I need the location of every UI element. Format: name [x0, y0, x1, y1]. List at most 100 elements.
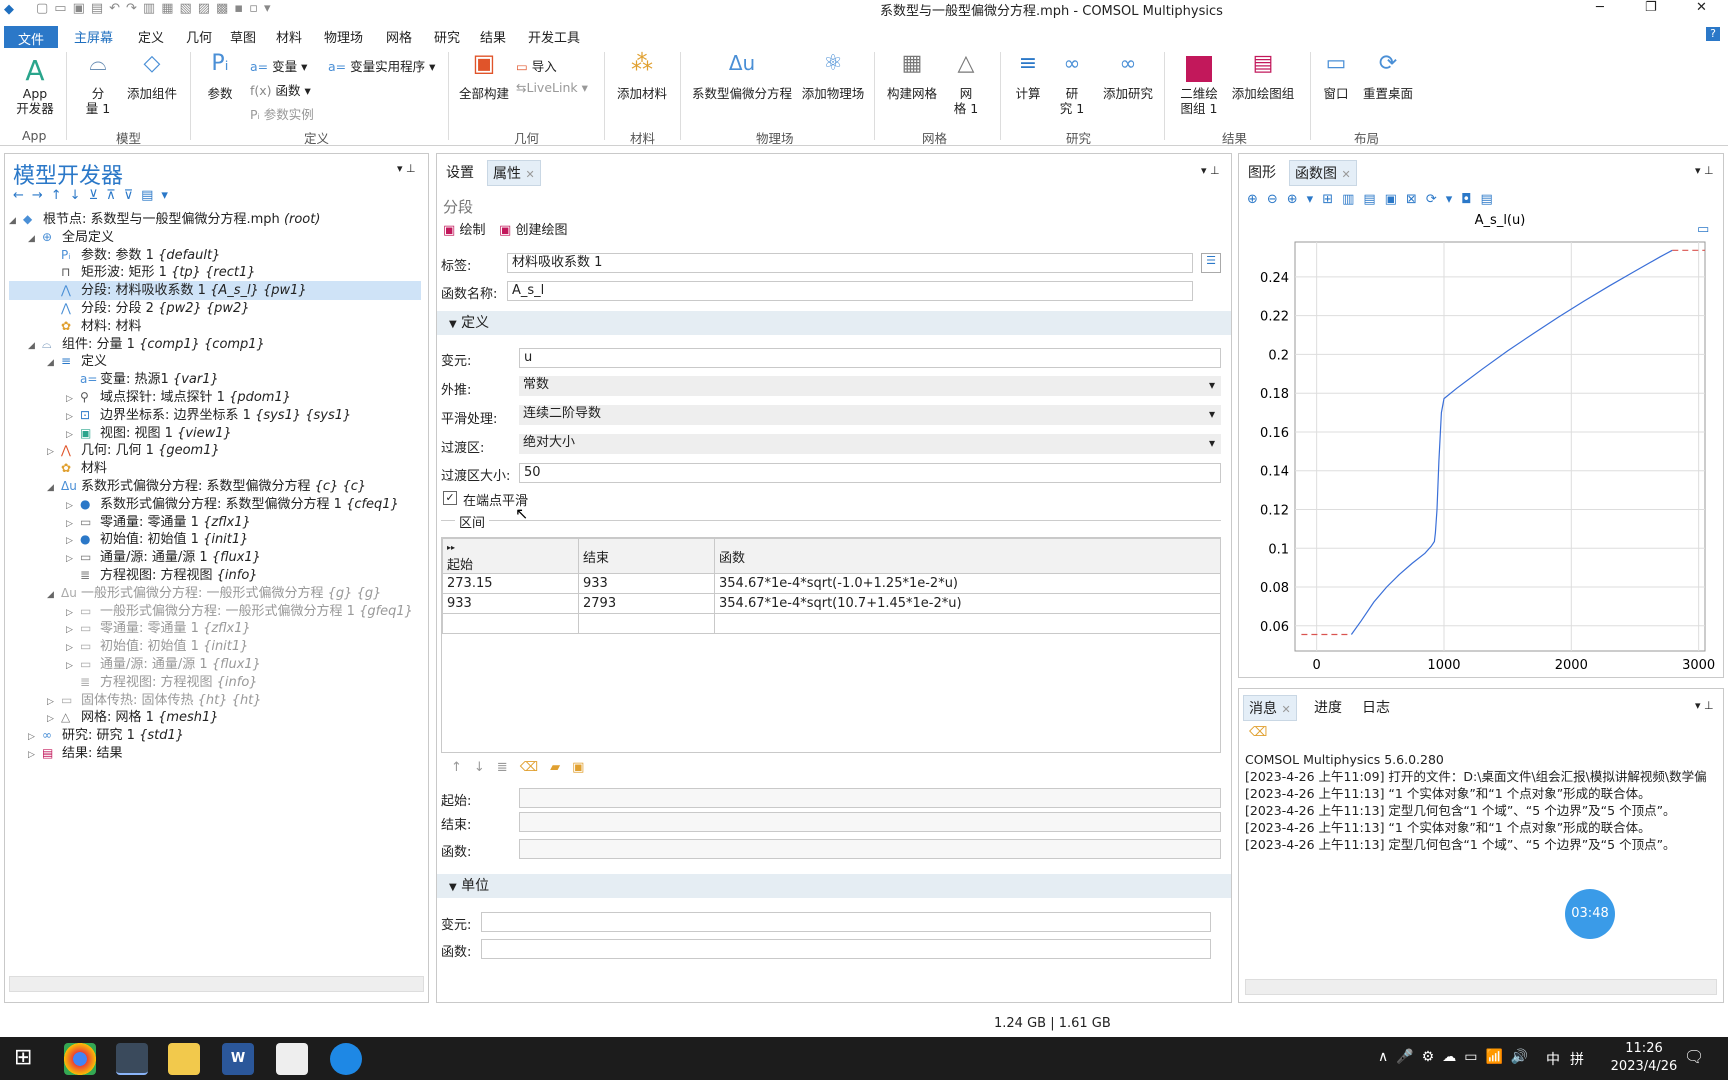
table-cell[interactable]: 933 — [442, 593, 579, 614]
clock-time[interactable]: 11:26 — [1614, 1041, 1674, 1056]
column-header-function[interactable]: 函数 — [714, 538, 1221, 574]
tab-progress[interactable]: 进度 — [1309, 695, 1347, 719]
file-explorer-icon[interactable] — [168, 1043, 200, 1075]
notification-icon[interactable]: 🗨 — [1684, 1047, 1704, 1066]
menu-physics[interactable]: 物理场 — [318, 25, 369, 48]
label-field[interactable]: 材料吸收系数 1 — [507, 253, 1193, 273]
tree-scrollbar[interactable] — [9, 976, 424, 992]
compute-button[interactable]: ≡ 计算 — [1010, 53, 1046, 102]
table-cell[interactable]: 354.67*1e-4*sqrt(-1.0+1.25*1e-2*u) — [714, 573, 1221, 594]
end-field[interactable] — [519, 812, 1221, 832]
table-toolbar[interactable]: ↑↓≣⌫▰▣ — [451, 760, 596, 775]
close-tab-icon[interactable]: ✕ — [1341, 168, 1350, 181]
tree-item[interactable]: ▷ ▭ 通量/源: 通量/源 1 {flux1} — [66, 655, 261, 674]
reset-desktop-button[interactable]: ⟳ 重置桌面 — [1356, 53, 1420, 102]
functions-button[interactable]: f(x) 函数 ▾ — [250, 80, 311, 99]
tree-item[interactable]: Pᵢ 参数: 参数 1 {default} — [47, 246, 220, 265]
component-button[interactable]: ⌓ 分 量 1 — [78, 53, 118, 117]
param-case-button[interactable]: Pᵢ 参数实例 — [250, 104, 314, 123]
tree-item[interactable]: ▷ ● 系数形式偏微分方程: 系数型偏微分方程 1 {cfeq1} — [66, 495, 399, 514]
menu-mesh[interactable]: 网格 — [380, 25, 418, 48]
table-row[interactable]: 933 2793 354.67*1e-4*sqrt(10.7+1.45*1e-2… — [442, 593, 1221, 614]
tree-item[interactable]: ◢ ⊕ 全局定义 — [28, 228, 114, 247]
start-field[interactable] — [519, 788, 1221, 808]
tree-item[interactable]: ⋀ 分段: 材料吸收系数 1 {A_s_l} {pw1} — [9, 281, 421, 301]
tab-log[interactable]: 日志 — [1357, 695, 1395, 719]
panel-menu-icon[interactable]: ▾ ⊥ — [1695, 164, 1714, 177]
table-row[interactable]: 273.15 933 354.67*1e-4*sqrt(-1.0+1.25*1e… — [442, 573, 1221, 594]
coef-pde-button[interactable]: Δu 系数型偏微分方程 — [688, 53, 796, 101]
tree-item[interactable]: ▷ ▣ 视图: 视图 1 {view1} — [66, 424, 232, 443]
smooth-ends-checkbox[interactable]: ✓ — [443, 491, 457, 505]
add-material-button[interactable]: ⁂ 添加材料 — [614, 53, 670, 102]
expand-open-icon[interactable]: ◢ — [28, 230, 42, 249]
tree-item[interactable]: ▷ ▭ 通量/源: 通量/源 1 {flux1} — [66, 548, 261, 567]
column-header-start[interactable]: ▸▸ 起始 — [442, 538, 579, 574]
study1-button[interactable]: ∞ 研 究 1 — [1052, 53, 1092, 116]
add-physics-button[interactable]: ⚛ 添加物理场 — [798, 53, 868, 102]
tree-item[interactable]: ▷ ⚲ 域点探针: 域点探针 1 {pdom1} — [66, 388, 291, 407]
graphics-toolbar[interactable]: ⊕⊖⊕▾⊞▥▤▣⊠⟳▾◘▤ — [1247, 192, 1502, 207]
close-icon[interactable]: ✕ — [1696, 0, 1707, 15]
tab-graphics[interactable]: 图形 — [1243, 160, 1281, 184]
app-builder-button[interactable]: A App 开发器 — [10, 56, 60, 117]
panel-menu-icon[interactable]: ▾ ⊥ — [397, 162, 416, 175]
recording-timer[interactable]: 03:48 — [1565, 889, 1615, 939]
transition-size-field[interactable]: 50 — [519, 463, 1221, 483]
tree-item[interactable]: ⋀ 分段: 分段 2 {pw2} {pw2} — [47, 299, 250, 318]
tab-settings[interactable]: 设置 — [441, 160, 479, 184]
smoothing-select[interactable]: 连续二阶导数 — [519, 405, 1221, 425]
tree-item[interactable]: ◢ ⌓ 组件: 分量 1 {comp1} {comp1} — [28, 335, 265, 354]
tree-item[interactable]: ▷ ▭ 固体传热: 固体传热 {ht} {ht} — [47, 691, 262, 710]
tree-item[interactable]: ≣ 方程视图: 方程视图 {info} — [66, 673, 258, 692]
minimize-icon[interactable]: ─ — [1596, 0, 1604, 15]
expand-open-icon[interactable]: ◢ — [47, 586, 61, 605]
ime-mode-icon[interactable]: 拼 — [1570, 1049, 1584, 1069]
definition-section-header[interactable]: ▼ 定义 — [437, 311, 1231, 335]
help-icon[interactable]: ? — [1706, 27, 1720, 41]
build-all-button[interactable]: ▣ 全部构建 — [456, 51, 512, 101]
menu-home[interactable]: 主屏幕 — [68, 25, 120, 50]
extrapolation-select[interactable]: 常数 — [519, 376, 1221, 396]
livelink-button[interactable]: ⇆LiveLink ▾ — [516, 80, 588, 95]
clock-date[interactable]: 2023/4/26 — [1604, 1059, 1684, 1074]
import-button[interactable]: ▭ 导入 — [516, 56, 557, 75]
tab-function-plot[interactable]: 函数图 ✕ — [1289, 160, 1357, 186]
table-cell[interactable] — [714, 613, 1221, 634]
notepad-icon[interactable] — [276, 1043, 308, 1075]
tree-item[interactable]: ≣ 方程视图: 方程视图 {info} — [66, 566, 258, 585]
tree-item[interactable]: ▷ ▭ 一般形式偏微分方程: 一般形式偏微分方程 1 {gfeq1} — [66, 602, 413, 621]
create-plot-button[interactable]: ▣ 创建绘图 — [499, 219, 567, 238]
table-cell[interactable]: 2793 — [578, 593, 715, 614]
argument-field[interactable]: u — [519, 348, 1221, 368]
tab-messages[interactable]: 消息 ✕ — [1243, 695, 1297, 721]
tree-item[interactable]: ▷ ▤ 结果: 结果 — [28, 744, 123, 763]
table-cell[interactable] — [578, 613, 715, 634]
chrome-icon[interactable] — [64, 1043, 96, 1075]
add-study-button[interactable]: ∞ 添加研究 — [1098, 53, 1158, 101]
table-cell[interactable]: 933 — [578, 573, 715, 594]
menu-file[interactable]: 文件 — [4, 26, 59, 48]
tab-properties[interactable]: 属性 ✕ — [487, 160, 541, 186]
units-section-header[interactable]: ▼ 单位 — [437, 874, 1231, 898]
tree-item[interactable]: ✿ 材料: 材料 — [47, 317, 142, 336]
expand-open-icon[interactable]: ◢ — [47, 354, 61, 373]
add-component-button[interactable]: ◇ 添加组件 — [124, 53, 180, 102]
function-field[interactable] — [519, 839, 1221, 859]
menu-definitions[interactable]: 定义 — [132, 25, 170, 48]
menu-study[interactable]: 研究 — [428, 25, 466, 48]
table-row-empty[interactable] — [442, 613, 1221, 634]
function-plot[interactable]: A_s_l(u) 0 1000 2000 3000 0.06 0.08 0.1 0.12 0.14… — [1239, 206, 1723, 674]
clear-messages-icon[interactable]: ⌫ — [1249, 725, 1267, 740]
edit-label-icon[interactable]: ☰ — [1201, 253, 1221, 273]
tree-item[interactable]: ▷ ▭ 初始值: 初始值 1 {init1} — [66, 637, 248, 656]
tree-item[interactable]: ◢ Δu 一般形式偏微分方程: 一般形式偏微分方程 {g} {g} — [47, 584, 381, 603]
tree-item[interactable]: ▷ ∞ 研究: 研究 1 {std1} — [28, 726, 184, 745]
system-tray-icons[interactable]: ∧🎤⚙☁▭📶🔊 — [1378, 1049, 1536, 1065]
comsol-taskbar-icon[interactable] — [116, 1043, 148, 1075]
unit-argument-field[interactable] — [481, 912, 1211, 932]
transition-zone-select[interactable]: 绝对大小 — [519, 434, 1221, 454]
plot-button[interactable]: ▣ 绘制 — [443, 219, 485, 238]
tree-item[interactable]: ✿ 材料 — [47, 459, 107, 478]
tree-item[interactable]: ▷ ▭ 零通量: 零通量 1 {zflx1} — [66, 619, 251, 638]
